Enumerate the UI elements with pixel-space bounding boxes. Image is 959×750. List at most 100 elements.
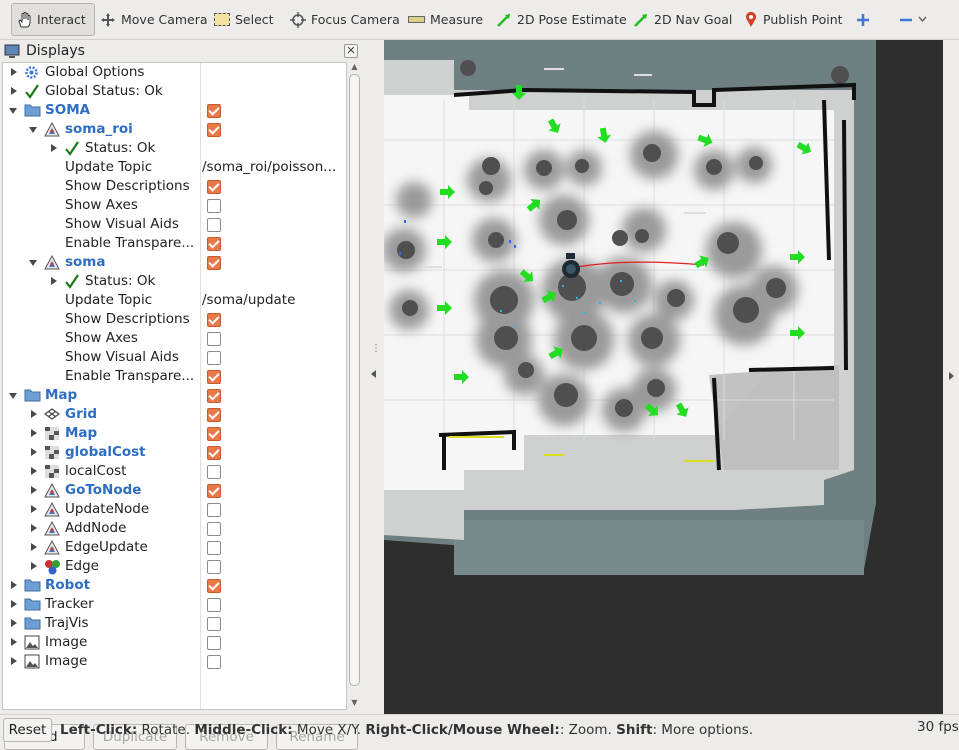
remove-tool-button[interactable] [895, 3, 931, 36]
expand-arrow-icon[interactable] [31, 429, 37, 437]
publish-point-tool[interactable]: Publish Point [740, 3, 847, 36]
select-tool[interactable]: Select [210, 3, 278, 36]
tree-row[interactable]: Status: Ok [3, 139, 346, 158]
tree-row[interactable]: Global Options [3, 63, 346, 82]
enabled-checkbox[interactable] [207, 465, 221, 479]
enabled-checkbox[interactable] [207, 522, 221, 536]
tree-row[interactable]: Enable Transpare... [3, 367, 346, 386]
enabled-checkbox[interactable] [207, 237, 221, 251]
enabled-checkbox[interactable] [207, 180, 221, 194]
tree-row[interactable]: SOMA [3, 101, 346, 120]
enabled-checkbox[interactable] [207, 104, 221, 118]
interact-tool[interactable]: Interact [11, 3, 95, 36]
enabled-checkbox[interactable] [207, 598, 221, 612]
close-icon[interactable]: ✕ [344, 44, 358, 58]
panel-splitter[interactable]: ⋮ [364, 40, 383, 714]
enabled-checkbox[interactable] [207, 636, 221, 650]
enabled-checkbox[interactable] [207, 389, 221, 403]
enabled-checkbox[interactable] [207, 313, 221, 327]
tree-row[interactable]: Tracker [3, 595, 346, 614]
tree-row[interactable]: soma [3, 253, 346, 272]
expand-arrow-icon[interactable] [31, 410, 37, 418]
expand-arrow-icon[interactable] [51, 144, 57, 152]
pose-estimate-tool[interactable]: 2D Pose Estimate [492, 3, 631, 36]
render-view[interactable] [384, 40, 943, 714]
enabled-checkbox[interactable] [207, 503, 221, 517]
tree-row[interactable]: Status: Ok [3, 272, 346, 291]
expand-arrow-icon[interactable] [11, 87, 17, 95]
tree-row[interactable]: Robot [3, 576, 346, 595]
right-collapse-handle[interactable] [943, 40, 959, 714]
tree-row[interactable]: Grid [3, 405, 346, 424]
expand-arrow-icon[interactable] [51, 277, 57, 285]
tree-row[interactable]: Show Axes [3, 196, 346, 215]
collapse-arrow-icon[interactable] [29, 127, 37, 133]
tree-row[interactable]: soma_roi [3, 120, 346, 139]
enabled-checkbox[interactable] [207, 655, 221, 669]
tree-row[interactable]: Image [3, 652, 346, 671]
enabled-checkbox[interactable] [207, 617, 221, 631]
enabled-checkbox[interactable] [207, 199, 221, 213]
tree-row[interactable]: Enable Transpare... [3, 234, 346, 253]
measure-tool[interactable]: Measure [404, 3, 487, 36]
tree-row[interactable]: Show Visual Aids [3, 215, 346, 234]
tree-row[interactable]: Show Visual Aids [3, 348, 346, 367]
enabled-checkbox[interactable] [207, 541, 221, 555]
expand-arrow-icon[interactable] [31, 486, 37, 494]
displays-tree[interactable]: Global Options Global Status: Ok SOMA soma_… [2, 62, 347, 710]
collapse-arrow-icon[interactable] [9, 393, 17, 399]
tree-row[interactable]: globalCost [3, 443, 346, 462]
tree-row[interactable]: Update Topic/soma_roi/poisson... [3, 158, 346, 177]
tree-row[interactable]: Map [3, 386, 346, 405]
tree-row[interactable]: AddNode [3, 519, 346, 538]
expand-arrow-icon[interactable] [31, 562, 37, 570]
expand-arrow-icon[interactable] [31, 467, 37, 475]
focus-camera-tool[interactable]: Focus Camera [286, 3, 404, 36]
expand-arrow-icon[interactable] [11, 600, 17, 608]
tree-row[interactable]: EdgeUpdate [3, 538, 346, 557]
expand-arrow-icon[interactable] [31, 543, 37, 551]
tree-row[interactable]: Global Status: Ok [3, 82, 346, 101]
expand-arrow-icon[interactable] [11, 638, 17, 646]
tree-row[interactable]: Map [3, 424, 346, 443]
enabled-checkbox[interactable] [207, 256, 221, 270]
enabled-checkbox[interactable] [207, 370, 221, 384]
tree-row[interactable]: Update Topic/soma/update [3, 291, 346, 310]
tree-row[interactable]: Show Axes [3, 329, 346, 348]
tree-row[interactable]: TrajVis [3, 614, 346, 633]
enabled-checkbox[interactable] [207, 560, 221, 574]
scrollbar-thumb[interactable] [349, 74, 360, 686]
tree-row-value[interactable]: /soma/update [202, 292, 346, 308]
tree-row-value[interactable]: /soma_roi/poisson... [202, 159, 346, 175]
expand-arrow-icon[interactable] [31, 524, 37, 532]
enabled-checkbox[interactable] [207, 408, 221, 422]
reset-button[interactable]: Reset [3, 718, 52, 742]
collapse-arrow-icon[interactable] [29, 260, 37, 266]
expand-arrow-icon[interactable] [11, 657, 17, 665]
add-tool-button[interactable] [852, 3, 874, 36]
move-camera-tool[interactable]: Move Camera [96, 3, 212, 36]
expand-arrow-icon[interactable] [11, 619, 17, 627]
tree-row[interactable]: Show Descriptions [3, 177, 346, 196]
expand-arrow-icon[interactable] [11, 581, 17, 589]
expand-arrow-icon[interactable] [11, 68, 17, 76]
collapse-arrow-icon[interactable] [9, 108, 17, 114]
tree-row[interactable]: UpdateNode [3, 500, 346, 519]
tree-row[interactable]: Show Descriptions [3, 310, 346, 329]
tree-row[interactable]: Image [3, 633, 346, 652]
expand-arrow-icon[interactable] [31, 505, 37, 513]
nav-goal-tool[interactable]: 2D Nav Goal [629, 3, 736, 36]
tree-row[interactable]: localCost [3, 462, 346, 481]
tree-scrollbar[interactable]: ▲ ▼ [348, 62, 361, 710]
enabled-checkbox[interactable] [207, 446, 221, 460]
tree-row[interactable]: GoToNode [3, 481, 346, 500]
map-render[interactable] [384, 40, 943, 714]
tree-row[interactable]: Edge [3, 557, 346, 576]
enabled-checkbox[interactable] [207, 332, 221, 346]
enabled-checkbox[interactable] [207, 427, 221, 441]
enabled-checkbox[interactable] [207, 123, 221, 137]
enabled-checkbox[interactable] [207, 579, 221, 593]
enabled-checkbox[interactable] [207, 218, 221, 232]
expand-arrow-icon[interactable] [31, 448, 37, 456]
enabled-checkbox[interactable] [207, 351, 221, 365]
